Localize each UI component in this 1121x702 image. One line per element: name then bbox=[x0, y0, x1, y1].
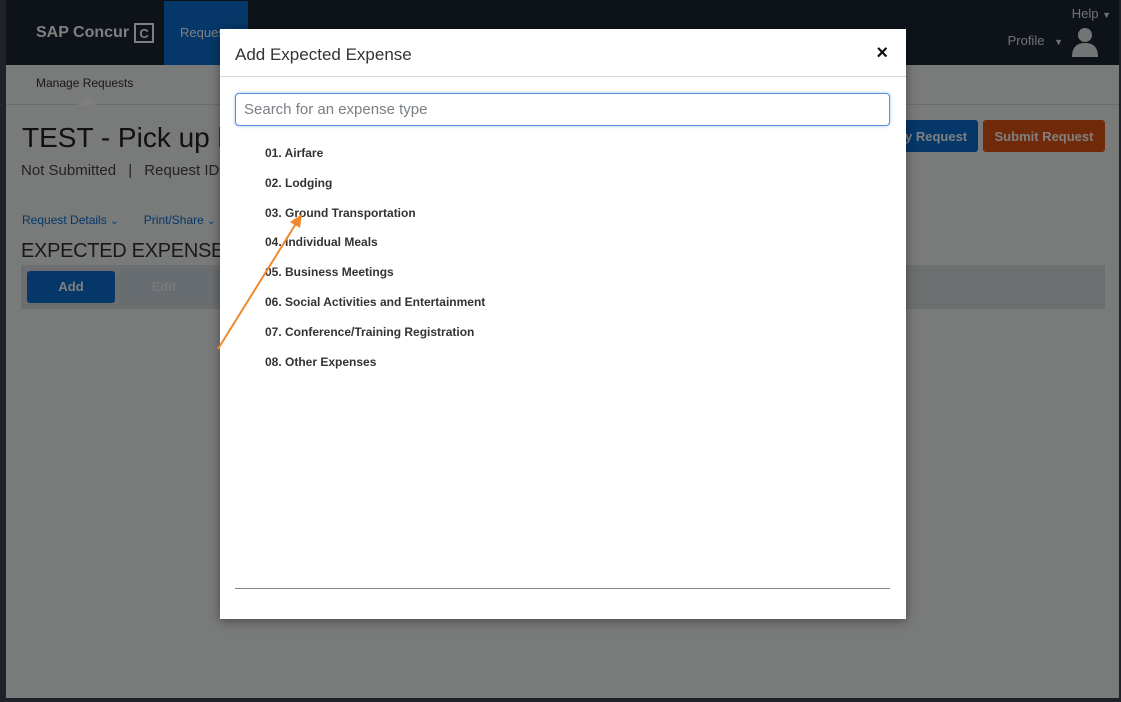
expense-type-item[interactable]: 07. Conference/Training Registration bbox=[265, 323, 485, 353]
expense-type-item[interactable]: 04. Individual Meals bbox=[265, 233, 485, 263]
expense-type-item[interactable]: 03. Ground Transportation bbox=[265, 204, 485, 234]
dialog-footer-divider bbox=[235, 588, 890, 589]
expense-type-item[interactable]: 06. Social Activities and Entertainment bbox=[265, 293, 485, 323]
expense-type-search-input[interactable] bbox=[235, 93, 890, 126]
expense-type-item[interactable]: 05. Business Meetings bbox=[265, 263, 485, 293]
expense-type-item[interactable]: 02. Lodging bbox=[265, 174, 485, 204]
expense-type-item[interactable]: 01. Airfare bbox=[265, 144, 485, 174]
dialog-header: Add Expected Expense × bbox=[220, 29, 906, 77]
add-expected-expense-dialog: Add Expected Expense × 01. Airfare 02. L… bbox=[220, 29, 906, 619]
expense-type-item[interactable]: 08. Other Expenses bbox=[265, 353, 485, 383]
close-icon[interactable]: × bbox=[876, 43, 888, 63]
expense-type-list: 01. Airfare 02. Lodging 03. Ground Trans… bbox=[265, 144, 485, 382]
dialog-title: Add Expected Expense bbox=[235, 45, 412, 64]
